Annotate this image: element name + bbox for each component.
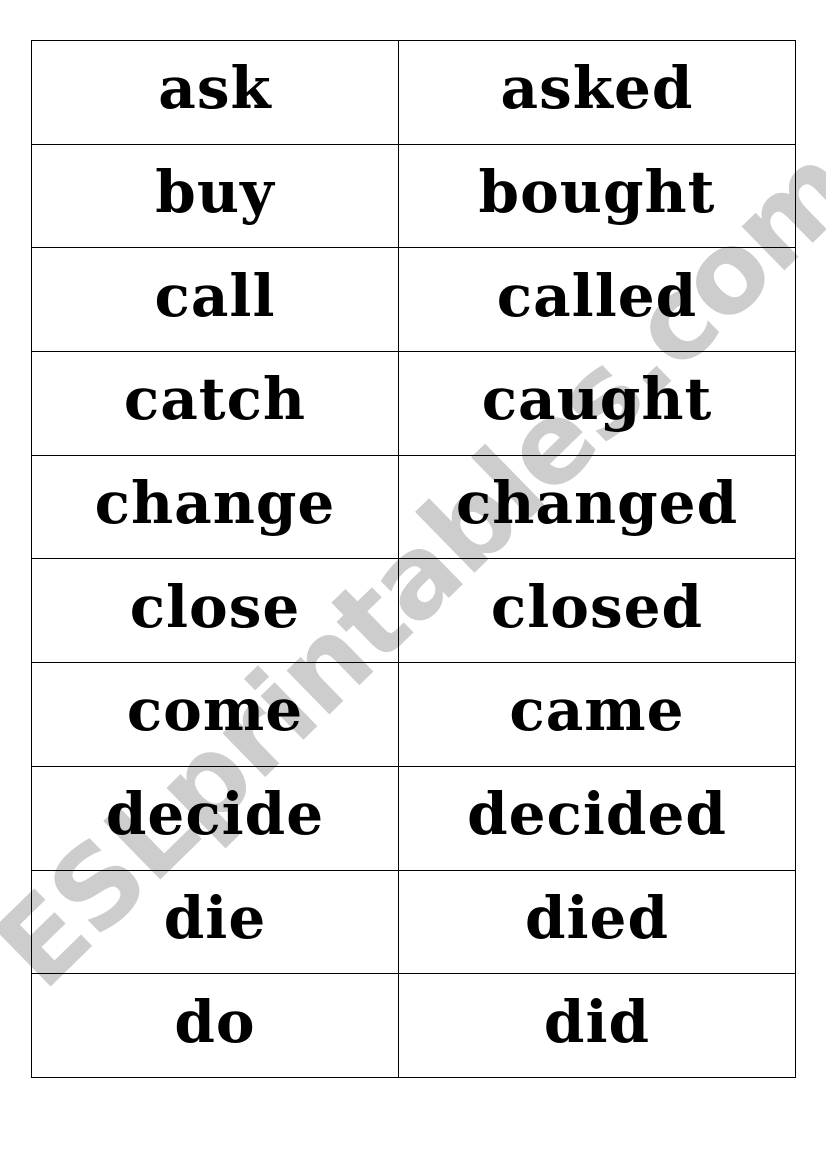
base-form-word: buy bbox=[155, 158, 275, 227]
past-form-word: asked bbox=[500, 54, 694, 123]
past-form-word: came bbox=[509, 676, 685, 745]
base-form-cell: change bbox=[31, 454, 399, 560]
verb-flashcard-table: ask asked buy bought call called catch c… bbox=[31, 40, 796, 1078]
table-row: ask asked bbox=[31, 40, 796, 145]
table-row: decide decided bbox=[31, 765, 796, 871]
past-form-word: bought bbox=[478, 158, 716, 227]
base-form-word: change bbox=[94, 469, 336, 538]
base-form-word: come bbox=[126, 676, 304, 745]
table-row: catch caught bbox=[31, 351, 796, 456]
base-form-cell: come bbox=[31, 662, 399, 767]
base-form-cell: close bbox=[31, 558, 399, 664]
table-row: die died bbox=[31, 869, 796, 975]
base-form-word: die bbox=[163, 883, 267, 952]
table-row: call called bbox=[31, 247, 796, 353]
past-form-cell: did bbox=[398, 973, 796, 1078]
table-row: do did bbox=[31, 973, 796, 1078]
base-form-word: ask bbox=[158, 54, 272, 123]
base-form-cell: catch bbox=[31, 351, 399, 456]
past-form-cell: caught bbox=[398, 351, 796, 456]
worksheet-page: ask asked buy bought call called catch c… bbox=[0, 0, 826, 1169]
past-form-word: caught bbox=[481, 365, 713, 434]
past-form-cell: called bbox=[398, 247, 796, 353]
table-row: buy bought bbox=[31, 143, 796, 249]
past-form-cell: bought bbox=[398, 143, 796, 249]
base-form-cell: buy bbox=[31, 143, 399, 249]
past-form-word: changed bbox=[455, 469, 739, 538]
table-row: change changed bbox=[31, 454, 796, 560]
base-form-cell: ask bbox=[31, 40, 399, 145]
past-form-cell: changed bbox=[398, 454, 796, 560]
past-form-word: decided bbox=[467, 780, 727, 849]
table-row: come came bbox=[31, 662, 796, 767]
base-form-cell: die bbox=[31, 869, 399, 975]
past-form-cell: asked bbox=[398, 40, 796, 145]
past-form-cell: decided bbox=[398, 765, 796, 871]
past-form-cell: closed bbox=[398, 558, 796, 664]
past-form-word: died bbox=[524, 883, 670, 952]
base-form-word: call bbox=[154, 261, 276, 330]
base-form-word: catch bbox=[123, 365, 307, 434]
base-form-word: close bbox=[129, 572, 301, 641]
base-form-word: do bbox=[174, 987, 256, 1056]
base-form-cell: decide bbox=[31, 765, 399, 871]
base-form-cell: do bbox=[31, 973, 399, 1078]
past-form-cell: came bbox=[398, 662, 796, 767]
past-form-word: called bbox=[496, 261, 698, 330]
past-form-word: closed bbox=[490, 572, 704, 641]
table-row: close closed bbox=[31, 558, 796, 664]
base-form-word: decide bbox=[105, 780, 325, 849]
base-form-cell: call bbox=[31, 247, 399, 353]
past-form-cell: died bbox=[398, 869, 796, 975]
past-form-word: did bbox=[543, 987, 651, 1056]
